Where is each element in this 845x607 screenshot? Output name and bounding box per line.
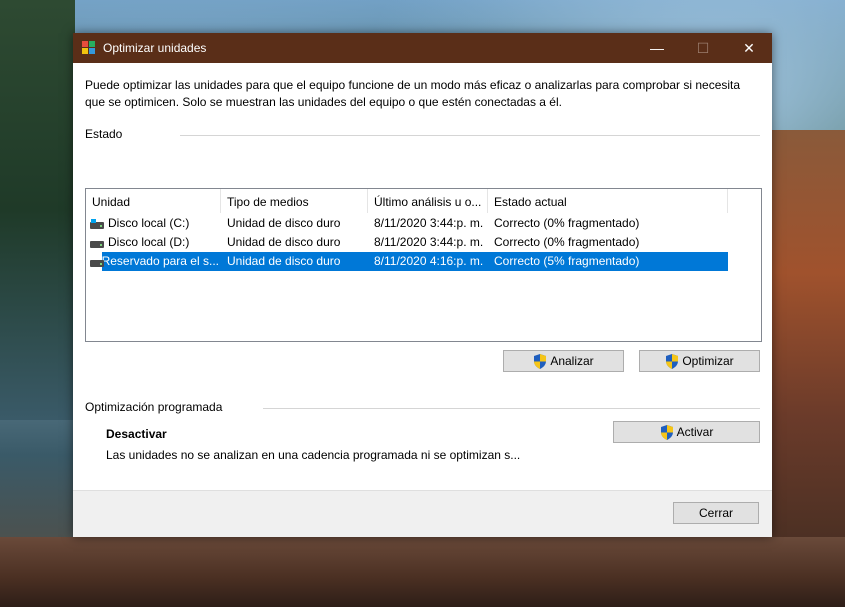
dialog-footer: Cerrar	[73, 490, 772, 537]
drive-current-state: Correcto (0% fragmentado)	[494, 216, 640, 230]
column-header-current-state[interactable]: Estado actual	[488, 189, 728, 213]
minimize-icon: —	[650, 40, 664, 56]
drive-media-type: Unidad de disco duro	[227, 235, 341, 249]
scheduled-description: Las unidades no se analizan en una caden…	[106, 448, 521, 462]
title-bar[interactable]: Optimizar unidades — ☐ ✕	[73, 33, 772, 63]
scheduled-section-divider	[263, 408, 760, 409]
description-text: Puede optimizar las unidades para que el…	[85, 78, 741, 109]
close-button[interactable]: ✕	[726, 33, 772, 63]
status-section-divider	[180, 135, 760, 136]
drive-current-state: Correcto (0% fragmentado)	[494, 235, 640, 249]
desktop-wallpaper-foreground	[0, 537, 845, 607]
drive-row-reserved[interactable]: Reservado para el s... Unidad de disco d…	[86, 252, 761, 271]
minimize-button[interactable]: —	[634, 33, 680, 63]
scheduled-status: Desactivar	[106, 427, 167, 441]
drive-icon	[90, 238, 104, 248]
uac-shield-icon	[534, 353, 547, 369]
drive-name: Disco local (D:)	[108, 235, 190, 249]
drives-list[interactable]: Unidad Tipo de medios Último análisis u …	[85, 188, 762, 342]
close-dialog-button[interactable]: Cerrar	[673, 502, 759, 524]
activate-button-label: Activar	[676, 425, 714, 439]
windows-drive-icon	[90, 218, 104, 229]
maximize-button: ☐	[680, 33, 726, 63]
drive-media-type: Unidad de disco duro	[221, 252, 368, 271]
drives-list-header: Unidad Tipo de medios Último análisis u …	[86, 189, 761, 213]
drive-row-c[interactable]: Disco local (C:) Unidad de disco duro 8/…	[86, 214, 761, 233]
drive-icon	[90, 257, 104, 267]
desktop-wallpaper-trees	[0, 0, 75, 420]
column-header-unit[interactable]: Unidad	[86, 189, 221, 213]
optimize-button-label: Optimizar	[682, 354, 734, 368]
close-icon: ✕	[743, 39, 755, 56]
activate-button[interactable]: Activar	[613, 421, 760, 443]
optimize-button[interactable]: Optimizar	[639, 350, 760, 372]
drive-last-analysis: 8/11/2020 3:44:p. m.	[374, 235, 484, 249]
analyze-button[interactable]: Analizar	[503, 350, 624, 372]
drive-media-type: Unidad de disco duro	[227, 216, 341, 230]
close-dialog-button-label: Cerrar	[698, 506, 733, 520]
drive-last-analysis: 8/11/2020 3:44:p. m.	[374, 216, 484, 230]
uac-shield-icon	[660, 424, 673, 440]
maximize-icon: ☐	[696, 39, 710, 56]
drive-last-analysis: 8/11/2020 4:16:p. m.	[368, 252, 488, 271]
drive-row-d[interactable]: Disco local (D:) Unidad de disco duro 8/…	[86, 233, 761, 252]
uac-shield-icon	[666, 353, 679, 369]
status-section-label: Estado	[85, 127, 123, 141]
drive-current-state: Correcto (5% fragmentado)	[488, 252, 728, 271]
scheduled-section-label: Optimización programada	[85, 400, 223, 414]
optimize-drives-window: Optimizar unidades — ☐ ✕ Puede optimizar…	[73, 33, 772, 537]
analyze-button-label: Analizar	[550, 354, 594, 368]
window-title: Optimizar unidades	[103, 41, 207, 55]
drive-name: Disco local (C:)	[108, 216, 190, 230]
column-header-last-analysis[interactable]: Último análisis u o...	[368, 189, 488, 213]
defrag-app-icon	[81, 40, 97, 56]
drive-name: Reservado para el s...	[101, 252, 221, 271]
column-header-media-type[interactable]: Tipo de medios	[221, 189, 368, 213]
